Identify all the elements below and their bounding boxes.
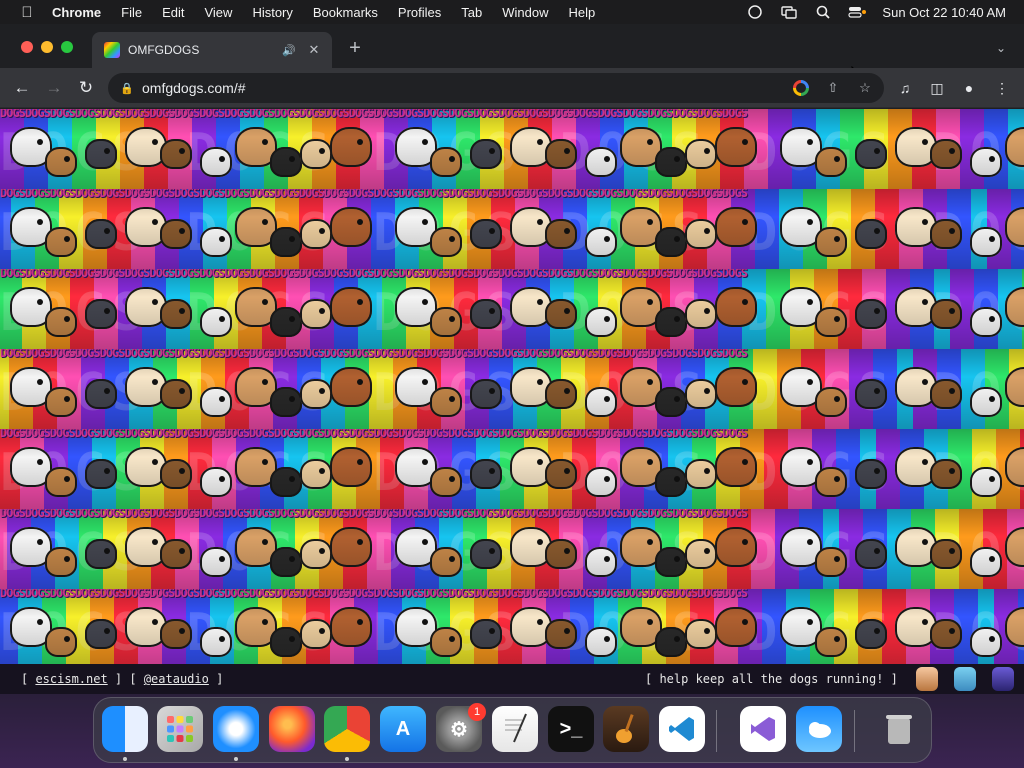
- share-icon[interactable]: ⇧: [825, 80, 841, 96]
- pixel-dog-sprite-icon[interactable]: [916, 667, 938, 691]
- band-shading: [0, 589, 1024, 664]
- dog-parade-band: DOGS DOGS DOGS DOGS DOGS DOGS DOGS DOGSD…: [0, 509, 1024, 589]
- launchpad-icon[interactable]: [157, 706, 203, 752]
- menu-tab[interactable]: Tab: [461, 5, 482, 20]
- media-control-icon[interactable]: ♫: [895, 78, 915, 98]
- address-bar[interactable]: 🔒 omfgdogs.com/# ⇧ ☆: [108, 73, 884, 103]
- menu-window[interactable]: Window: [502, 5, 548, 20]
- profile-avatar-icon[interactable]: ●: [959, 78, 979, 98]
- footer-links: [ escism.net ] [ @eataudio ]: [21, 672, 223, 686]
- omfgdogs-favicon-icon: [104, 42, 120, 58]
- footer-bracket-close: ]: [208, 672, 224, 686]
- band-shading: [0, 269, 1024, 349]
- creative-cloud-icon[interactable]: [746, 5, 764, 19]
- band-shading: [0, 189, 1024, 269]
- visual-studio-icon[interactable]: [740, 706, 786, 752]
- browser-tab-omfgdogs[interactable]: OMFGDOGS 🔊 ✕: [92, 32, 332, 68]
- app-store-icon[interactable]: A: [380, 706, 426, 752]
- macos-dock: A ⚙ >_: [93, 697, 932, 763]
- chrome-icon[interactable]: [324, 706, 370, 752]
- screen-mirroring-icon[interactable]: [780, 5, 798, 19]
- menu-view[interactable]: View: [204, 5, 232, 20]
- system-settings-badge: 1: [468, 703, 486, 721]
- pixel-wizard-sprite-icon[interactable]: [992, 667, 1014, 691]
- forward-arrow-icon[interactable]: →: [43, 77, 65, 99]
- page-footer-bar: [ escism.net ] [ @eataudio ] [ help keep…: [0, 664, 1024, 694]
- bookmark-star-icon[interactable]: ☆: [857, 80, 873, 96]
- audio-playing-icon[interactable]: 🔊: [282, 44, 296, 57]
- eataudio-link[interactable]: @eataudio: [144, 672, 209, 686]
- menu-bookmarks[interactable]: Bookmarks: [313, 5, 378, 20]
- menu-help[interactable]: Help: [569, 5, 596, 20]
- dock-separator: [854, 710, 855, 752]
- reload-icon[interactable]: ↻: [75, 77, 97, 99]
- side-panel-icon[interactable]: ◫: [927, 78, 947, 98]
- textedit-icon[interactable]: [492, 706, 538, 752]
- control-center-icon[interactable]: [848, 5, 867, 19]
- lock-icon[interactable]: 🔒: [120, 82, 134, 95]
- help-keep-dogs-running-link[interactable]: [ help keep all the dogs running! ]: [645, 672, 898, 686]
- band-shading: [0, 429, 1024, 509]
- dog-parade-band: DOGS DOGS DOGS DOGS DOGS DOGS DOGS DOGSD…: [0, 109, 1024, 189]
- omfgdogs-page-canvas: DOGS DOGS DOGS DOGS DOGS DOGS DOGS DOGSD…: [0, 109, 1024, 664]
- running-app-indicator: [123, 757, 127, 761]
- footer-bracket-mid: ] [: [107, 672, 144, 686]
- chrome-tab-strip: OMFGDOGS 🔊 ✕ + ⌄: [0, 24, 1024, 82]
- menu-app-chrome[interactable]: Chrome: [52, 5, 101, 20]
- dog-parade-band: DOGS DOGS DOGS DOGS DOGS DOGS DOGS DOGSD…: [0, 269, 1024, 349]
- weather-icon[interactable]: [796, 706, 842, 752]
- vscode-icon[interactable]: [659, 706, 705, 752]
- menu-file[interactable]: File: [121, 5, 142, 20]
- spotlight-search-icon[interactable]: [814, 5, 832, 19]
- apple-menu-icon[interactable]: : [18, 4, 36, 21]
- window-close-button[interactable]: [21, 41, 33, 53]
- band-shading: [0, 109, 1024, 189]
- chrome-toolbar: ← → ↻ 🔒 omfgdogs.com/# ⇧ ☆ ♫ ◫ ● ⋮: [0, 68, 1024, 108]
- window-fullscreen-button[interactable]: [61, 41, 73, 53]
- tab-search-chevron-icon[interactable]: ⌄: [996, 41, 1008, 55]
- menubar-clock[interactable]: Sun Oct 22 10:40 AM: [882, 5, 1006, 20]
- firefox-icon[interactable]: [269, 706, 315, 752]
- running-app-indicator: [345, 757, 349, 761]
- pixel-ghost-sprite-icon[interactable]: [954, 667, 976, 691]
- finder-icon[interactable]: [102, 706, 148, 752]
- menu-edit[interactable]: Edit: [162, 5, 184, 20]
- new-tab-button[interactable]: +: [344, 37, 366, 59]
- garageband-icon[interactable]: [603, 706, 649, 752]
- dock-separator: [716, 710, 717, 752]
- escism-link[interactable]: escism.net: [35, 672, 107, 686]
- band-shading: [0, 349, 1024, 429]
- chrome-menu-icon[interactable]: ⋮: [992, 78, 1012, 98]
- dog-parade-band: DOGS DOGS DOGS DOGS DOGS DOGS DOGS DOGSD…: [0, 429, 1024, 509]
- dog-parade-band: DOGS DOGS DOGS DOGS DOGS DOGS DOGS DOGSD…: [0, 189, 1024, 269]
- tab-close-icon[interactable]: ✕: [306, 42, 322, 58]
- footer-bracket-open: [: [21, 672, 36, 686]
- running-app-indicator: [234, 757, 238, 761]
- macos-menu-bar:  Chrome File Edit View History Bookmark…: [0, 0, 1024, 24]
- trash-icon[interactable]: [876, 706, 922, 752]
- menu-history[interactable]: History: [252, 5, 292, 20]
- menu-profiles[interactable]: Profiles: [398, 5, 441, 20]
- dog-parade-band: DOGS DOGS DOGS DOGS DOGS DOGS DOGS DOGSD…: [0, 589, 1024, 664]
- address-bar-url[interactable]: omfgdogs.com/#: [142, 80, 884, 96]
- window-minimize-button[interactable]: [41, 41, 53, 53]
- safari-icon[interactable]: [213, 706, 259, 752]
- back-arrow-icon[interactable]: ←: [11, 77, 33, 99]
- terminal-icon[interactable]: >_: [548, 706, 594, 752]
- dog-parade-band: DOGS DOGS DOGS DOGS DOGS DOGS DOGS DOGSD…: [0, 349, 1024, 429]
- band-shading: [0, 509, 1024, 589]
- tab-title: OMFGDOGS: [128, 43, 200, 57]
- google-lens-icon[interactable]: [793, 80, 809, 96]
